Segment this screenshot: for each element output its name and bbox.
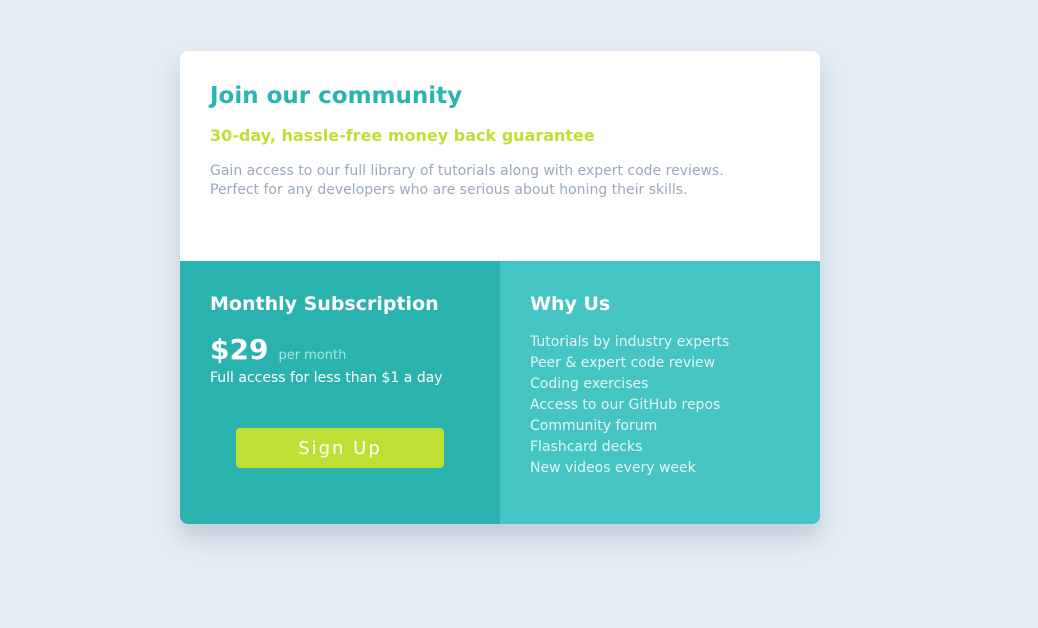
price-row: $29 per month (210, 333, 346, 367)
list-item: Community forum (530, 418, 658, 434)
list-item: Access to our GitHub repos (530, 397, 721, 413)
why-us-section: Why Us Tutorials by industry experts Pee… (500, 261, 820, 524)
community-section: Join our community 30-day, hassle-free m… (180, 51, 820, 261)
guarantee-text: 30-day, hassle-free money back guarantee (210, 126, 595, 145)
list-item: Flashcard decks (530, 439, 643, 455)
price-period: per month (278, 348, 347, 363)
subscription-title: Monthly Subscription (210, 293, 439, 315)
why-us-list: Tutorials by industry experts Peer & exp… (530, 332, 729, 479)
description-line: Perfect for any developers who are serio… (210, 182, 688, 198)
why-us-title: Why Us (530, 293, 611, 315)
page-title: Join our community (210, 83, 463, 109)
list-item: Coding exercises (530, 376, 649, 392)
description: Gain access to our full library of tutor… (210, 162, 770, 200)
list-item: Tutorials by industry experts (530, 334, 730, 350)
subscription-tagline: Full access for less than $1 a day (210, 370, 443, 386)
pricing-card: Join our community 30-day, hassle-free m… (180, 51, 820, 524)
list-item: New videos every week (530, 460, 696, 476)
price-amount: $29 (210, 333, 269, 366)
description-line: Gain access to our full library of tutor… (210, 163, 724, 179)
subscription-section: Monthly Subscription $29 per month Full a… (180, 261, 500, 524)
sign-up-button[interactable]: Sign Up (236, 428, 444, 468)
list-item: Peer & expert code review (530, 355, 716, 371)
